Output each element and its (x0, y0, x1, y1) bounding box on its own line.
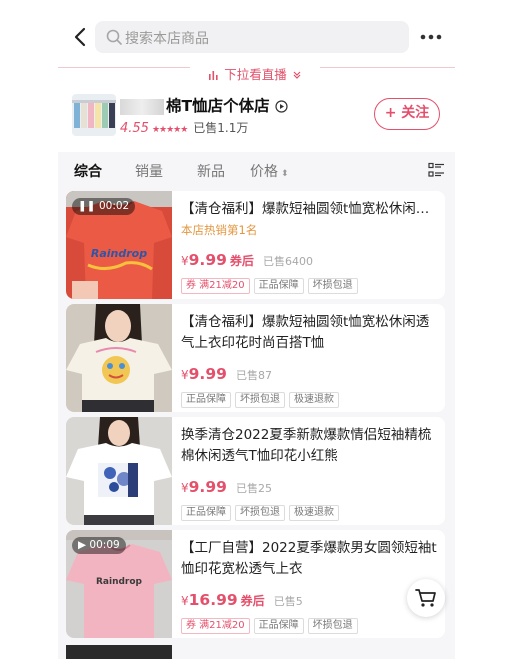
tag-row: 正品保障 坏损包退 极速退款 (181, 500, 343, 521)
play-icon: ▶ (78, 539, 87, 551)
tab-price[interactable]: 价格 ⬍ (250, 161, 289, 181)
chevron-down-double-icon (292, 64, 302, 83)
product-image[interactable]: Raindrop ❚❚ 00:02 (66, 191, 172, 299)
product-title[interactable]: 【清仓福利】爆款短袖圆领t恤宽松休闲透气上衣印花时尚百搭T恤 (181, 312, 439, 354)
video-badge: ❚❚ 00:02 (72, 198, 136, 215)
service-tag: 正品保障 (181, 505, 231, 521)
sold-count: 已售5 (273, 595, 303, 608)
service-tag: 坏损包退 (235, 392, 285, 408)
live-pill[interactable]: 下拉看直播 (190, 64, 320, 84)
price: ¥16.99 券后 (181, 591, 265, 609)
store-logo[interactable] (72, 94, 116, 136)
product-image[interactable]: Raindrop ▶ 00:09 (66, 530, 172, 638)
top-bar: 搜索本店商品 (58, 18, 455, 56)
price-symbol: ¥ (181, 368, 189, 382)
price-value: 9.99 (188, 365, 227, 383)
sold-count: 已售25 (235, 482, 272, 495)
video-duration: 00:02 (98, 200, 130, 212)
sold-count: 已售6400 (263, 255, 313, 268)
filter-bar: 综合 销量 新品 价格 ⬍ (58, 152, 455, 188)
rank-badge: 本店热销第1名 (181, 223, 258, 237)
sort-arrows-icon: ⬍ (281, 169, 289, 179)
price-symbol: ¥ (181, 254, 189, 268)
list-grid-icon[interactable] (428, 162, 445, 178)
tab-comprehensive[interactable]: 综合 (74, 161, 102, 181)
more-dots-icon[interactable] (416, 24, 446, 50)
product-info: 【清仓福利】爆款短袖圆领t恤宽松休闲透气上衣印花时尚百搭T恤 (181, 312, 439, 354)
tab-sales[interactable]: 销量 (135, 161, 163, 181)
search-placeholder: 搜索本店商品 (125, 31, 209, 47)
price-suffix: 券后 (240, 594, 265, 608)
coupon-tag: 券 满21减20 (181, 618, 250, 634)
sold-count: 已售87 (235, 369, 272, 382)
price-row: ¥9.99 已售87 (181, 364, 272, 383)
price-symbol: ¥ (181, 481, 189, 495)
price: ¥9.99 (181, 478, 227, 496)
product-card[interactable]: 换季清仓2022夏季新款爆款情侣短袖精梳棉休闲透气T恤印花小红熊 ¥9.99 已… (66, 417, 445, 525)
store-name-text: 棉T恤店个体店 (166, 97, 270, 115)
product-title[interactable]: 【工厂自营】2022夏季爆款男女圆领短袖t恤印花宽松透气上衣 (181, 538, 439, 580)
store-header: 棉T恤店个体店 4.55 ★★★★★ 已售1.1万 + 关注 (58, 92, 455, 140)
price: ¥9.99 券后 (181, 251, 254, 269)
product-image[interactable] (66, 304, 172, 412)
store-sold: 已售1.1万 (193, 121, 249, 135)
store-rating: 4.55 ★★★★★ 已售1.1万 (120, 119, 248, 136)
product-title[interactable]: 换季清仓2022夏季新款爆款情侣短袖精梳棉休闲透气T恤印花小红熊 (181, 425, 439, 467)
store-page: 搜索本店商品 下拉看直播 棉T恤店个体店 4.55 ★★★★★ 已售1.1万 +… (58, 0, 455, 659)
play-circle-icon[interactable] (275, 97, 288, 115)
price-value: 9.99 (188, 251, 227, 269)
product-image[interactable] (66, 417, 172, 525)
pause-icon: ❚❚ (78, 200, 96, 212)
pull-live-label: 下拉看直播 (224, 67, 287, 82)
product-card[interactable]: Raindrop ❚❚ 00:02 【清仓福利】爆款短袖圆领t恤宽松休闲透气上衣… (66, 191, 445, 299)
bar-chart-icon (208, 64, 224, 83)
product-card[interactable]: 【清仓福利】爆款短袖圆领t恤宽松休闲透气上衣印花时尚百搭T恤 ¥9.99 已售8… (66, 304, 445, 412)
price-value: 9.99 (188, 478, 227, 496)
service-tag: 坏损包退 (235, 505, 285, 521)
search-input[interactable]: 搜索本店商品 (95, 21, 409, 53)
tab-new[interactable]: 新品 (197, 161, 225, 181)
price: ¥9.99 (181, 365, 227, 383)
follow-button[interactable]: + 关注 (374, 98, 440, 130)
price-row: ¥16.99 券后 已售5 (181, 590, 303, 609)
price-row: ¥9.99 券后 已售6400 (181, 250, 313, 269)
back-arrow-icon[interactable] (68, 24, 94, 50)
price-row: ¥9.99 已售25 (181, 477, 272, 496)
service-tag: 正品保障 (253, 278, 304, 294)
service-tag: 正品保障 (181, 392, 231, 408)
price-suffix: 券后 (229, 254, 254, 268)
video-badge: ▶ 00:09 (72, 537, 126, 554)
product-list: Raindrop ❚❚ 00:02 【清仓福利】爆款短袖圆领t恤宽松休闲透气上衣… (58, 188, 455, 659)
service-tag: 极速退款 (289, 505, 339, 521)
cart-button[interactable] (407, 579, 445, 617)
shirt-print-text: Raindrop (96, 577, 143, 587)
product-info: 【工厂自营】2022夏季爆款男女圆领短袖t恤印花宽松透气上衣 (181, 538, 439, 580)
service-tag: 坏损包退 (307, 618, 358, 634)
product-card[interactable]: Raindrop ▶ 00:09 【工厂自营】2022夏季爆款男女圆领短袖t恤印… (66, 530, 445, 638)
store-name[interactable]: 棉T恤店个体店 (120, 94, 288, 116)
tab-price-label: 价格 (250, 164, 278, 180)
shirt-print-text: Raindrop (91, 247, 147, 260)
product-info: 换季清仓2022夏季新款爆款情侣短袖精梳棉休闲透气T恤印花小红熊 (181, 425, 439, 467)
product-title[interactable]: 【清仓福利】爆款短袖圆领t恤宽松休闲透气上衣 (181, 199, 439, 220)
next-product-peek (66, 645, 172, 659)
tag-row: 券 满21减20 正品保障 坏损包退 (181, 613, 362, 634)
tag-row: 正品保障 坏损包退 极速退款 (181, 387, 343, 408)
tag-row: 券 满21减20 正品保障 坏损包退 (181, 273, 362, 294)
service-tag: 正品保障 (253, 618, 304, 634)
product-info: 【清仓福利】爆款短袖圆领t恤宽松休闲透气上衣 本店热销第1名 (181, 199, 439, 238)
service-tag: 极速退款 (289, 392, 339, 408)
price-symbol: ¥ (181, 594, 189, 608)
search-icon (105, 28, 123, 46)
coupon-tag: 券 满21减20 (181, 278, 250, 294)
pull-live-banner[interactable]: 下拉看直播 (58, 64, 455, 86)
store-stars: ★★★★★ (151, 125, 188, 135)
service-tag: 坏损包退 (307, 278, 358, 294)
store-score: 4.55 (120, 121, 149, 136)
price-value: 16.99 (188, 591, 238, 609)
video-duration: 00:09 (89, 539, 120, 551)
blurred-region (120, 98, 164, 115)
